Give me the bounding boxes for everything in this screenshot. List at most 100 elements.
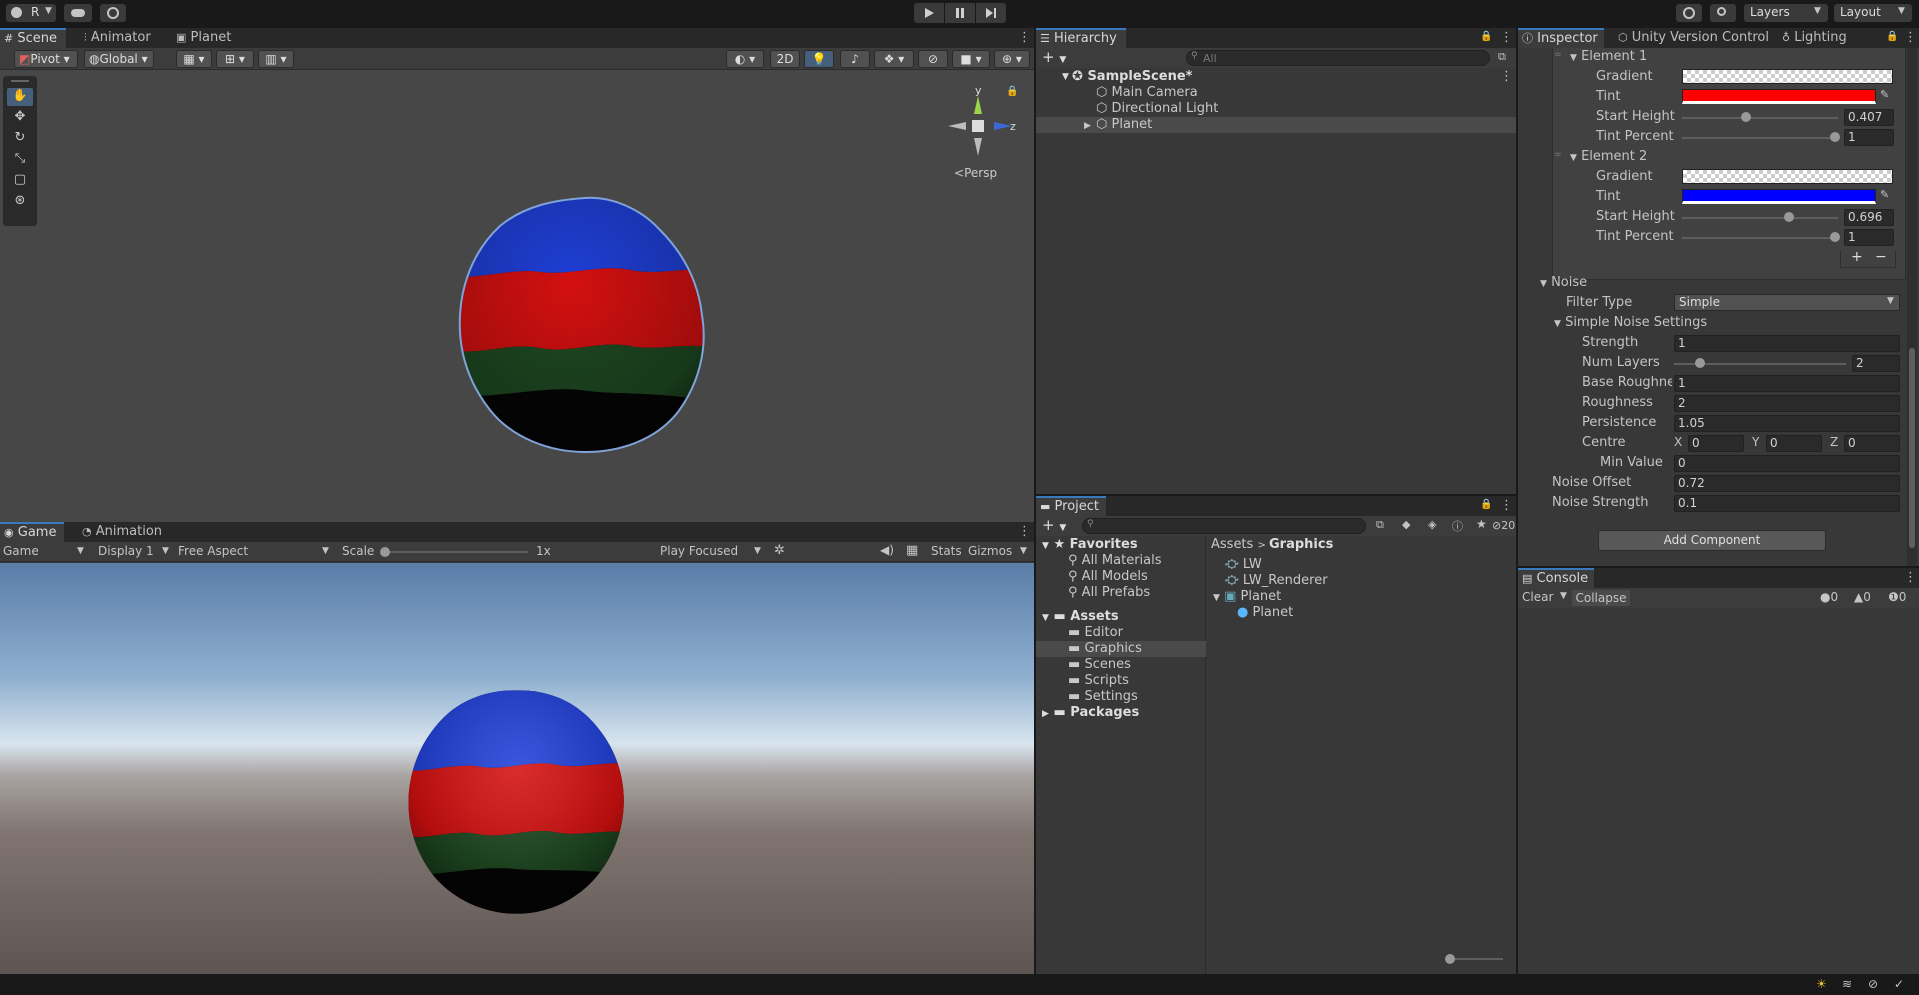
add-dropdown-button[interactable]: + ▼: [1042, 48, 1066, 66]
icon-size-slider-track[interactable]: [1447, 958, 1503, 960]
breadcrumb-graphics[interactable]: Graphics: [1269, 537, 1333, 552]
reorder-handle[interactable]: =: [1554, 50, 1562, 60]
roughness-input[interactable]: 2: [1674, 395, 1900, 412]
eyedropper-icon[interactable]: ✎: [1880, 188, 1889, 201]
reorder-handle[interactable]: =: [1554, 150, 1562, 160]
effects-button[interactable]: ❖ ▾: [874, 50, 914, 68]
favorite-all-models[interactable]: ⚲ All Models: [1068, 569, 1148, 585]
gizmos-button[interactable]: ⊕ ▾: [994, 50, 1030, 68]
folder-editor[interactable]: ▬ Editor: [1068, 625, 1123, 641]
account-button[interactable]: R ▼: [6, 4, 56, 22]
centre-z-input[interactable]: 0: [1844, 435, 1900, 452]
global-dropdown[interactable]: ◍Global ▾: [84, 50, 154, 68]
tab-lighting[interactable]: ♁ Lighting: [1778, 28, 1853, 48]
panel-menu-icon[interactable]: ⋮: [1500, 499, 1513, 513]
scene-menu-icon[interactable]: ⋮: [1500, 70, 1513, 84]
scene-visibility-button[interactable]: ⊘: [918, 50, 948, 68]
star-icon[interactable]: ★: [1476, 517, 1487, 531]
element2-gradient-field[interactable]: [1682, 169, 1893, 184]
pause-button[interactable]: [945, 3, 975, 23]
min-value-input[interactable]: 0: [1674, 455, 1900, 472]
grid-layout-icon[interactable]: ▦: [906, 543, 918, 558]
audio-toggle-button[interactable]: ♪: [840, 50, 870, 68]
tab-hierarchy[interactable]: ☰ Hierarchy: [1036, 28, 1126, 48]
search-filter-icon[interactable]: ⧉: [1498, 50, 1506, 64]
assets-header[interactable]: ▼ ▬ Assets: [1042, 609, 1119, 625]
centre-x-input[interactable]: 0: [1688, 435, 1744, 452]
layout-dropdown[interactable]: Layout ▼: [1834, 4, 1912, 22]
element1-tint-percent-slider[interactable]: [1682, 137, 1838, 139]
element2-tint-percent-knob[interactable]: [1830, 232, 1840, 242]
element1-start-height-knob[interactable]: [1741, 112, 1751, 122]
tab-animator[interactable]: ⫶ Animator: [80, 28, 157, 48]
scale-slider-track[interactable]: [384, 551, 528, 553]
console-log-area[interactable]: [1518, 608, 1919, 974]
folder-graphics[interactable]: ▬ Graphics: [1068, 641, 1142, 657]
camera-settings-button[interactable]: ■ ▾: [952, 50, 990, 68]
element2-tint-percent-input[interactable]: 1: [1844, 229, 1894, 246]
hierarchy-item-directional-light[interactable]: ⬡ Directional Light: [1096, 101, 1218, 117]
hidden-packages-count[interactable]: ⊘20: [1492, 519, 1515, 532]
num-layers-input[interactable]: 2: [1852, 355, 1900, 372]
element1-start-height-slider[interactable]: [1682, 117, 1838, 119]
noise-strength-input[interactable]: 0.1: [1674, 495, 1900, 512]
play-button[interactable]: [914, 3, 944, 23]
filter-type-dropdown[interactable]: Simple ▼: [1674, 294, 1900, 311]
asset-planet-material[interactable]: ● Planet: [1237, 605, 1293, 621]
lighting-bake-icon[interactable]: ☀: [1816, 977, 1827, 991]
check-circle-icon[interactable]: ✓: [1894, 977, 1904, 991]
game-mode-dropdown[interactable]: Game ▼: [3, 544, 87, 558]
transform-tool-button[interactable]: ⊛: [7, 193, 33, 211]
asset-lw-renderer[interactable]: ⛮ LW_Renderer: [1225, 573, 1328, 589]
pivot-dropdown[interactable]: ◩Pivot ▾: [14, 50, 78, 68]
clear-button[interactable]: Clear: [1522, 590, 1553, 604]
favorites-header[interactable]: ▼ ★ Favorites: [1042, 537, 1138, 553]
persistence-input[interactable]: 1.05: [1674, 415, 1900, 432]
lighting-toggle-button[interactable]: 💡: [804, 50, 834, 68]
hierarchy-search-input[interactable]: All: [1186, 50, 1490, 66]
add-component-button[interactable]: Add Component: [1598, 530, 1826, 551]
num-layers-knob[interactable]: [1695, 358, 1705, 368]
hand-tool-button[interactable]: ✋: [7, 88, 33, 106]
element1-tint-percent-knob[interactable]: [1830, 132, 1840, 142]
step-button[interactable]: [976, 3, 1006, 23]
element1-tint-percent-input[interactable]: 1: [1844, 129, 1894, 146]
scene-viewport[interactable]: ✋ ✥ ↻ ⤡ ▢ ⊛ y z 🔒 <Persp: [0, 70, 1034, 522]
project-search-input[interactable]: [1082, 518, 1366, 534]
rotate-tool-button[interactable]: ↻: [7, 130, 33, 148]
folder-scenes[interactable]: ▬ Scenes: [1068, 657, 1131, 673]
element2-tint-swatch[interactable]: [1682, 189, 1876, 204]
stats-button[interactable]: Stats: [931, 544, 962, 558]
favorite-all-materials[interactable]: ⚲ All Materials: [1068, 553, 1162, 569]
lock-icon[interactable]: 🔒: [1006, 86, 1018, 97]
noise-foldout[interactable]: ▼ Noise: [1540, 275, 1587, 290]
tab-unity-version-control[interactable]: ⬡ Unity Version Control: [1614, 28, 1775, 48]
panel-menu-icon[interactable]: ⋮: [1018, 525, 1031, 539]
drag-handle[interactable]: [11, 80, 29, 82]
panel-menu-icon[interactable]: ⋮: [1904, 31, 1917, 45]
simple-noise-settings-foldout[interactable]: ▼ Simple Noise Settings: [1554, 315, 1707, 330]
strength-input[interactable]: 1: [1674, 335, 1900, 352]
hierarchy-item-main-camera[interactable]: ⬡ Main Camera: [1096, 85, 1198, 101]
chevron-down-icon[interactable]: ▼: [1062, 69, 1069, 85]
packages-header[interactable]: ▶ ▬ Packages: [1042, 705, 1139, 721]
layers-stack-icon[interactable]: ≋: [1842, 977, 1852, 991]
error-toggle[interactable]: ❶0: [1888, 590, 1906, 604]
element1-start-height-input[interactable]: 0.407: [1844, 109, 1894, 126]
hierarchy-item-planet[interactable]: ▶ ⬡ Planet: [1084, 117, 1152, 133]
element2-start-height-input[interactable]: 0.696: [1844, 209, 1894, 226]
panel-menu-icon[interactable]: ⋮: [1904, 571, 1917, 585]
tab-scene[interactable]: # Scene: [0, 28, 66, 48]
persp-label[interactable]: <Persp: [954, 166, 997, 180]
element2-tint-percent-slider[interactable]: [1682, 237, 1838, 239]
lock-icon[interactable]: 🔒: [1886, 31, 1898, 42]
scene-planet[interactable]: [450, 190, 720, 460]
speaker-icon[interactable]: ◀): [880, 543, 894, 557]
display-dropdown[interactable]: Display 1 ▼: [98, 544, 172, 558]
element2-start-height-slider[interactable]: [1682, 217, 1838, 219]
scrollbar-thumb[interactable]: [1909, 348, 1915, 548]
eyedropper-icon[interactable]: ✎: [1880, 88, 1889, 101]
grid-snap-button[interactable]: ▦ ▾: [176, 50, 212, 68]
toggle-2d-button[interactable]: 2D: [770, 50, 800, 68]
lock-icon[interactable]: 🔒: [1480, 499, 1492, 510]
